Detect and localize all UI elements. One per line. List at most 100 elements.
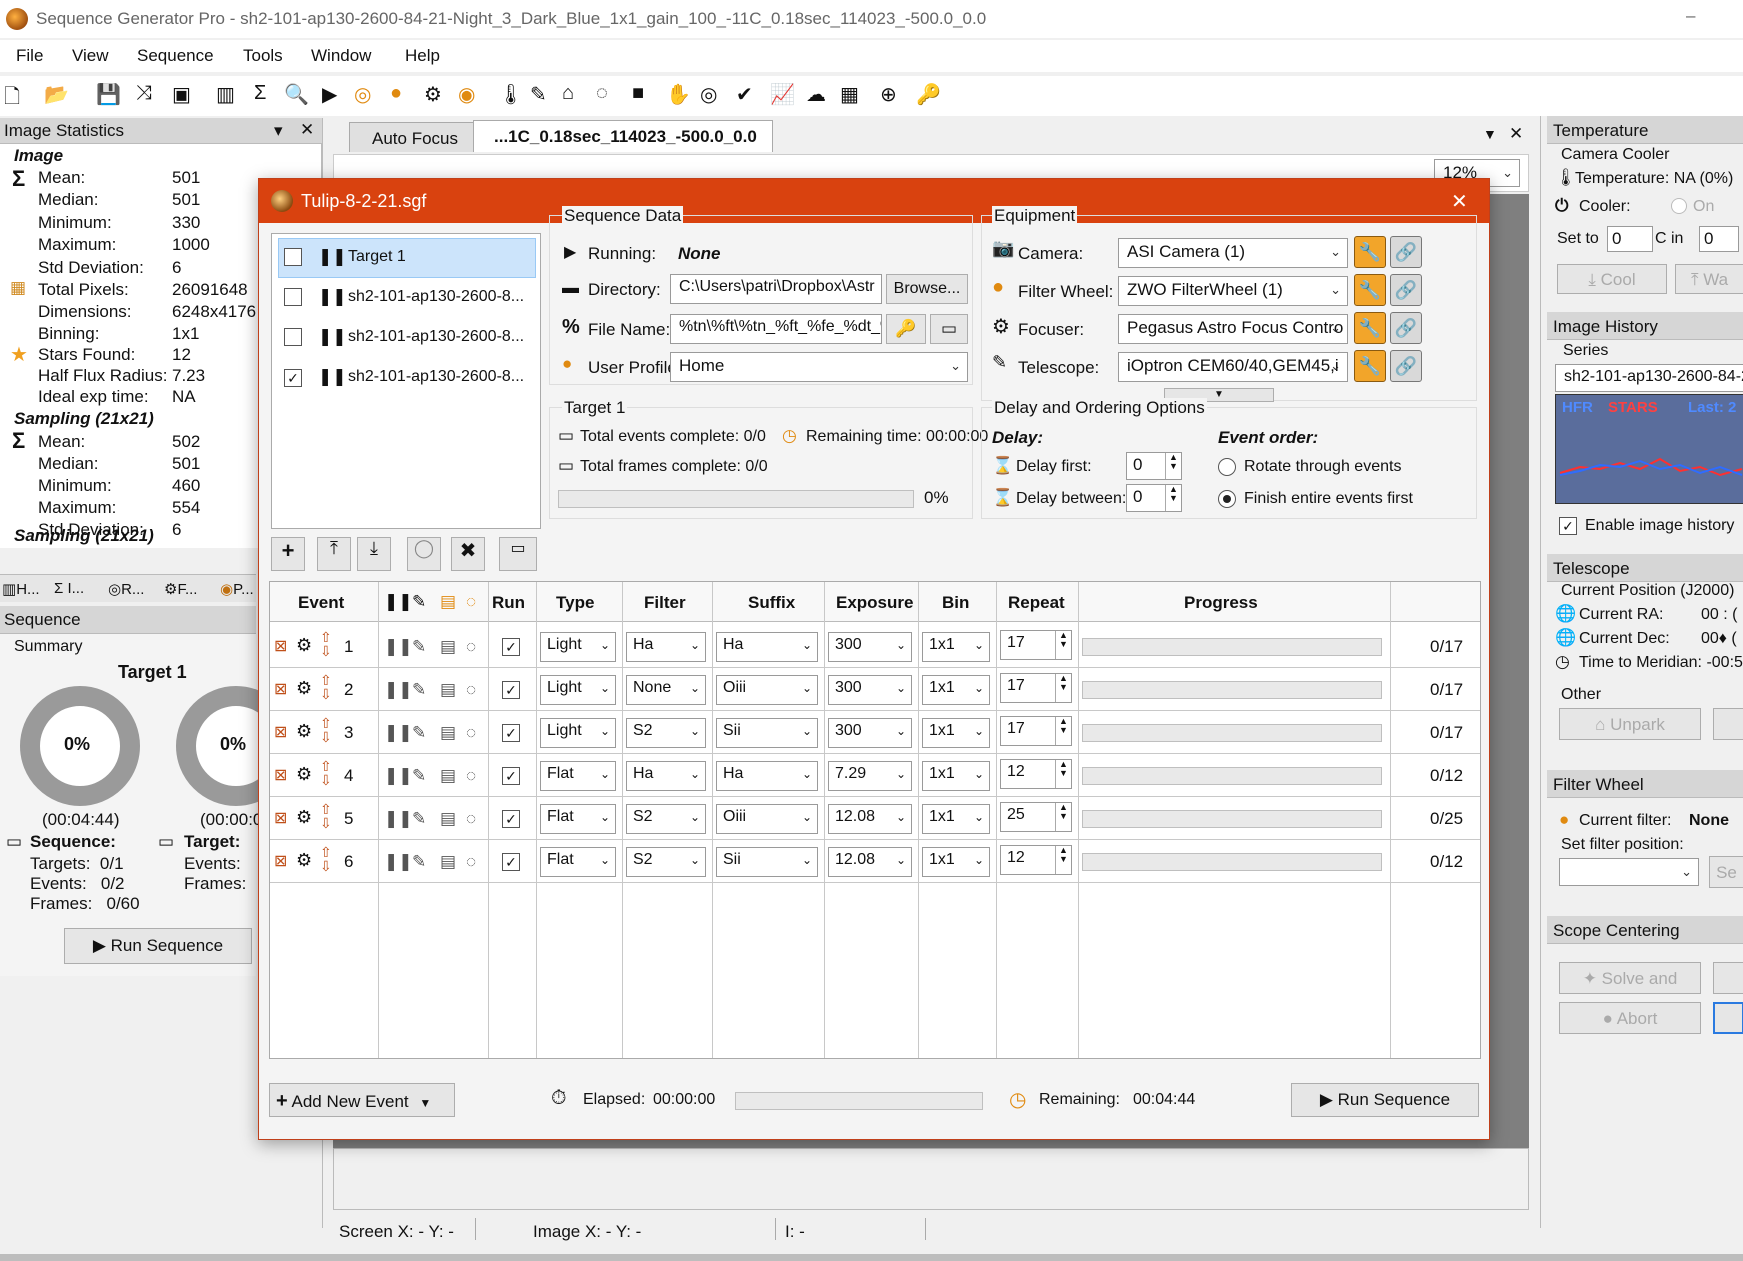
tab-plate[interactable]: ◉P...: [220, 580, 254, 598]
telescope-icon[interactable]: ✎: [412, 637, 426, 657]
focuser-select[interactable]: Pegasus Astro Focus Contro ⌄: [1118, 314, 1348, 344]
focuser-connect-button[interactable]: 🔗: [1390, 312, 1422, 344]
event-repeat-input[interactable]: 17 ▲ ▼: [1000, 716, 1072, 746]
event-settings-icon[interactable]: ⚙: [296, 850, 312, 871]
lifebuoy-icon[interactable]: ⊕: [880, 82, 897, 107]
move-event-icon[interactable]: ⇧ ⇩: [320, 673, 332, 701]
tab-list-dropdown-icon[interactable]: ▼: [1483, 126, 1497, 142]
check-icon[interactable]: ✔: [736, 82, 753, 107]
event-repeat-input[interactable]: 17 ▲ ▼: [1000, 630, 1072, 660]
focuser-settings-button[interactable]: 🔧: [1354, 312, 1386, 344]
telescope-icon[interactable]: ✎: [412, 809, 426, 829]
telescope-icon[interactable]: ✎: [412, 723, 426, 743]
event-exposure-select[interactable]: 12.08 ⌄: [828, 847, 912, 877]
run-checkbox[interactable]: ✓: [502, 680, 520, 700]
notes-icon[interactable]: ▤: [440, 852, 456, 872]
target-checkbox[interactable]: [284, 328, 302, 351]
save-icon[interactable]: 💾: [96, 82, 121, 107]
play-icon[interactable]: ▶: [322, 82, 337, 107]
file-name-input[interactable]: %tn\%ft\%tn_%ft_%fe_%dt_%: [670, 314, 882, 344]
menu-tools[interactable]: Tools: [243, 46, 283, 66]
move-event-icon[interactable]: ⇧ ⇩: [320, 630, 332, 658]
notes-icon[interactable]: ▤: [440, 766, 456, 786]
gear-icon[interactable]: ⚙: [424, 82, 442, 107]
target-checkbox[interactable]: [284, 248, 302, 271]
move-event-icon[interactable]: ⇧ ⇩: [320, 759, 332, 787]
event-suffix-select[interactable]: Sii ⌄: [716, 718, 818, 748]
telescope-settings-button[interactable]: 🔧: [1354, 350, 1386, 382]
hand-icon[interactable]: ✋: [666, 82, 691, 107]
delete-event-icon[interactable]: ⊠: [274, 851, 287, 871]
run-checkbox[interactable]: ✓: [502, 766, 520, 786]
event-exposure-select[interactable]: 300 ⌄: [828, 675, 912, 705]
event-exposure-select[interactable]: 300 ⌄: [828, 632, 912, 662]
move-event-icon[interactable]: ⇧ ⇩: [320, 716, 332, 744]
comment-icon[interactable]: ◌: [466, 766, 476, 786]
menu-sequence[interactable]: Sequence: [137, 46, 214, 66]
event-exposure-select[interactable]: 7.29 ⌄: [828, 761, 912, 791]
event-suffix-select[interactable]: Oiii ⌄: [716, 804, 818, 834]
cooler-on-radio[interactable]: [1671, 198, 1687, 214]
delete-event-icon[interactable]: ⊠: [274, 679, 287, 699]
delete-target-button[interactable]: ✖: [451, 537, 485, 571]
run-sequence-button[interactable]: ▶ Run Sequence: [1291, 1083, 1479, 1117]
menu-file[interactable]: File: [16, 46, 43, 66]
telescope-icon[interactable]: ✎: [530, 82, 547, 107]
delete-event-icon[interactable]: ⊠: [274, 765, 287, 785]
run-checkbox[interactable]: ✓: [502, 852, 520, 872]
telescope-icon[interactable]: ✎: [412, 680, 426, 700]
delay-first-input[interactable]: 0 ▲ ▼: [1126, 452, 1182, 480]
move-event-icon[interactable]: ⇧ ⇩: [320, 845, 332, 873]
event-repeat-input[interactable]: 25 ▲ ▼: [1000, 802, 1072, 832]
pause-icon[interactable]: ❚❚: [318, 287, 347, 307]
event-exposure-select[interactable]: 12.08 ⌄: [828, 804, 912, 834]
solve-button[interactable]: ✦ Solve and: [1559, 962, 1701, 994]
enable-history-checkbox[interactable]: ✓: [1559, 516, 1577, 536]
tab-histogram[interactable]: ▥H...: [2, 580, 40, 598]
event-bin-select[interactable]: 1x1 ⌄: [922, 632, 990, 662]
event-type-select[interactable]: Light ⌄: [540, 718, 616, 748]
delete-event-icon[interactable]: ⊠: [274, 722, 287, 742]
telescope-icon[interactable]: ✎: [412, 852, 426, 872]
filter-wheel-settings-button[interactable]: 🔧: [1354, 274, 1386, 306]
minimize-button[interactable]: –: [1686, 6, 1695, 26]
directory-input[interactable]: C:\Users\patri\Dropbox\Astr: [670, 274, 882, 304]
event-bin-select[interactable]: 1x1 ⌄: [922, 675, 990, 705]
camera-connect-button[interactable]: 🔗: [1390, 236, 1422, 268]
key-icon[interactable]: 🔑: [916, 82, 941, 107]
tab-rotator[interactable]: ◎R...: [108, 580, 144, 598]
delete-event-icon[interactable]: ⊠: [274, 636, 287, 656]
menu-help[interactable]: Help: [405, 46, 440, 66]
crosshair-icon[interactable]: ◎: [700, 82, 717, 107]
dialog-close-button[interactable]: ✕: [1451, 189, 1468, 214]
graph-icon[interactable]: 📈: [770, 82, 795, 107]
pause-icon[interactable]: ❚❚: [384, 680, 413, 700]
comment-icon[interactable]: ◌: [466, 637, 476, 657]
event-suffix-select[interactable]: Ha ⌄: [716, 632, 818, 662]
pause-icon[interactable]: ❚❚: [318, 367, 347, 387]
add-new-event-button[interactable]: + Add New Event ▼: [269, 1083, 455, 1117]
square-icon[interactable]: ■: [632, 82, 644, 105]
histogram-icon[interactable]: ▥: [216, 82, 235, 107]
pause-icon[interactable]: ❚❚: [384, 766, 413, 786]
event-type-select[interactable]: Flat ⌄: [540, 804, 616, 834]
file-name-pattern-button[interactable]: 🔑: [886, 314, 926, 344]
new-file-icon[interactable]: 🗋: [4, 82, 20, 116]
tab-image[interactable]: Σ I...: [54, 580, 84, 597]
target-list-item[interactable]: ❚❚ sh2-101-ap130-2600-8...: [278, 322, 536, 354]
telescope-icon[interactable]: ✎: [412, 766, 426, 786]
flat-icon[interactable]: ▦: [840, 82, 859, 107]
event-bin-select[interactable]: 1x1 ⌄: [922, 761, 990, 791]
target-settings-button[interactable]: ▭: [499, 537, 537, 571]
event-exposure-select[interactable]: 300 ⌄: [828, 718, 912, 748]
rotate-events-radio[interactable]: [1218, 458, 1236, 476]
event-filter-select[interactable]: Ha ⌄: [626, 761, 706, 791]
event-settings-icon[interactable]: ⚙: [296, 807, 312, 828]
orange-circle-icon[interactable]: ●: [390, 82, 402, 105]
target-list-item[interactable]: ❚❚ sh2-101-ap130-2600-8...: [278, 282, 536, 314]
shuffle-icon[interactable]: ⤨: [136, 82, 152, 105]
pause-icon[interactable]: ❚❚: [318, 247, 347, 267]
target-checkbox[interactable]: ✓: [284, 368, 302, 388]
abort-button[interactable]: ● Abort: [1559, 1002, 1701, 1034]
event-type-select[interactable]: Light ⌄: [540, 632, 616, 662]
